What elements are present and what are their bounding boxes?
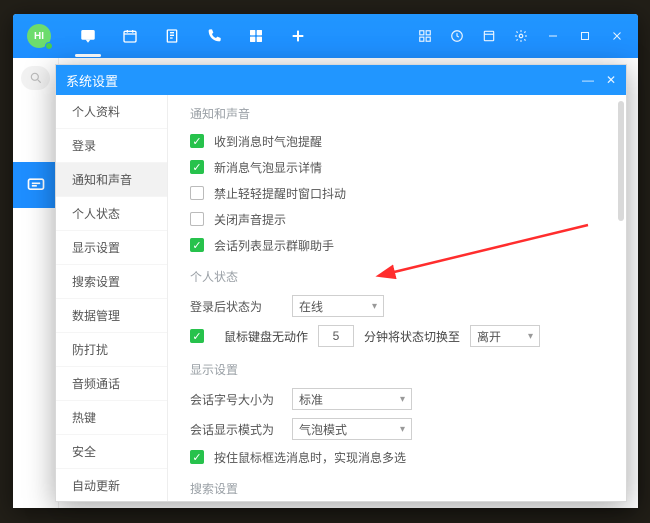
dialog-title: 系统设置 <box>66 71 118 90</box>
notify-checkbox-3[interactable] <box>190 212 204 226</box>
section-title-search: 搜索设置 <box>168 470 626 501</box>
idle-label: 鼠标键盘无动作 <box>224 328 308 345</box>
notify-row-2: 禁止轻轻提醒时窗口抖动 <box>168 180 626 206</box>
history-icon[interactable] <box>448 27 466 45</box>
sidebar-item-10[interactable]: 安全 <box>56 435 167 469</box>
notify-label-0: 收到消息时气泡提醒 <box>214 133 322 150</box>
display-mode-select[interactable]: 气泡模式 ▾ <box>292 418 412 440</box>
display-mode-label: 会话显示模式为 <box>190 421 282 438</box>
notify-row-3: 关闭声音提示 <box>168 206 626 232</box>
sidebar-item-1[interactable]: 登录 <box>56 129 167 163</box>
notes-icon[interactable] <box>163 27 181 45</box>
multi-select-checkbox[interactable]: ✓ <box>190 450 204 464</box>
sidebar-item-3[interactable]: 个人状态 <box>56 197 167 231</box>
display-mode-value: 气泡模式 <box>299 421 347 438</box>
login-status-value: 在线 <box>299 298 323 315</box>
sidebar-item-2[interactable]: 通知和声音 <box>56 163 167 197</box>
phone-icon[interactable] <box>205 27 223 45</box>
multi-select-label: 按住鼠标框选消息时，实现消息多选 <box>214 449 406 466</box>
settings-sidebar: 个人资料登录通知和声音个人状态显示设置搜索设置数据管理防打扰音频通话热键安全自动… <box>56 95 168 501</box>
sidebar-item-7[interactable]: 防打扰 <box>56 333 167 367</box>
notify-row-0: ✓ 收到消息时气泡提醒 <box>168 128 626 154</box>
idle-checkbox[interactable]: ✓ <box>190 329 204 343</box>
notify-label-2: 禁止轻轻提醒时窗口抖动 <box>214 185 346 202</box>
section-title-display: 显示设置 <box>168 351 626 384</box>
section-title-status: 个人状态 <box>168 258 626 291</box>
calendar-icon[interactable] <box>121 27 139 45</box>
sidebar-item-5[interactable]: 搜索设置 <box>56 265 167 299</box>
notify-label-3: 关闭声音提示 <box>214 211 286 228</box>
font-size-value: 标准 <box>299 391 323 408</box>
notify-row-1: ✓ 新消息气泡显示详情 <box>168 154 626 180</box>
chevron-down-icon: ▾ <box>400 424 405 435</box>
sidebar-item-11[interactable]: 自动更新 <box>56 469 167 501</box>
chevron-down-icon: ▾ <box>372 301 377 312</box>
grid-icon[interactable] <box>416 27 434 45</box>
maximize-icon[interactable] <box>576 27 594 45</box>
avatar-text: HI <box>34 31 44 42</box>
sidebar-item-4[interactable]: 显示设置 <box>56 231 167 265</box>
idle-minutes-input[interactable]: 5 <box>318 325 354 347</box>
font-size-select[interactable]: 标准 ▾ <box>292 388 412 410</box>
sidebar-item-9[interactable]: 热键 <box>56 401 167 435</box>
search-icon[interactable] <box>21 66 50 90</box>
idle-tail-label: 分钟将状态切换至 <box>364 328 460 345</box>
notify-row-4: ✓ 会话列表显示群聊助手 <box>168 232 626 258</box>
minimize-icon[interactable] <box>544 27 562 45</box>
notify-label-1: 新消息气泡显示详情 <box>214 159 322 176</box>
chevron-down-icon: ▾ <box>400 394 405 405</box>
folder-icon[interactable] <box>480 27 498 45</box>
close-icon[interactable] <box>608 27 626 45</box>
login-status-label: 登录后状态为 <box>190 298 282 315</box>
notify-checkbox-0[interactable]: ✓ <box>190 134 204 148</box>
gear-icon[interactable] <box>512 27 530 45</box>
nav-icons <box>79 27 307 45</box>
notify-label-4: 会话列表显示群聊助手 <box>214 237 334 254</box>
sidebar-item-0[interactable]: 个人资料 <box>56 95 167 129</box>
add-icon[interactable] <box>289 27 307 45</box>
avatar[interactable]: HI <box>27 24 51 48</box>
notify-checkbox-2[interactable] <box>190 186 204 200</box>
sidebar-item-6[interactable]: 数据管理 <box>56 299 167 333</box>
settings-dialog: 系统设置 — ✕ 个人资料登录通知和声音个人状态显示设置搜索设置数据管理防打扰音… <box>55 64 627 502</box>
idle-to-value: 离开 <box>477 328 501 345</box>
notify-checkbox-4[interactable]: ✓ <box>190 238 204 252</box>
apps-icon[interactable] <box>247 27 265 45</box>
font-size-label: 会话字号大小为 <box>190 391 282 408</box>
login-status-select[interactable]: 在线 ▾ <box>292 295 384 317</box>
settings-content: 通知和声音 ✓ 收到消息时气泡提醒 ✓ 新消息气泡显示详情禁止轻轻提醒时窗口抖动关闭声… <box>168 95 626 501</box>
dialog-header: 系统设置 — ✕ <box>56 65 626 95</box>
section-title-notify: 通知和声音 <box>168 95 626 128</box>
scrollbar[interactable] <box>618 101 624 221</box>
dialog-minimize-icon[interactable]: — <box>582 73 594 87</box>
notify-checkbox-1[interactable]: ✓ <box>190 160 204 174</box>
dialog-close-icon[interactable]: ✕ <box>606 73 616 87</box>
idle-to-select[interactable]: 离开 ▾ <box>470 325 540 347</box>
chat-icon[interactable] <box>79 27 97 45</box>
titlebar: HI <box>13 14 638 58</box>
status-dot-icon <box>45 42 53 50</box>
messages-tab-icon[interactable] <box>13 162 59 208</box>
left-rail <box>13 58 59 508</box>
sidebar-item-8[interactable]: 音频通话 <box>56 367 167 401</box>
chevron-down-icon: ▾ <box>528 331 533 342</box>
window-controls <box>416 27 626 45</box>
